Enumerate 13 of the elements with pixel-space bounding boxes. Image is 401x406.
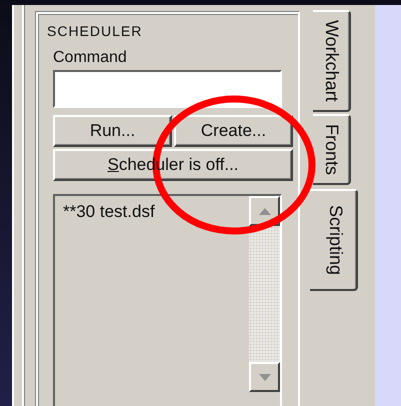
list-item[interactable]: **30 test.dsf (63, 202, 241, 222)
side-tab[interactable]: Workchart (313, 10, 351, 112)
scroll-down-button[interactable] (249, 362, 280, 392)
script-list[interactable]: **30 test.dsf (53, 194, 282, 406)
action-button[interactable]: Create... (174, 115, 293, 147)
side-tab[interactable]: Scripting (310, 188, 358, 291)
command-label: Command (53, 49, 128, 67)
up-arrow-icon (258, 208, 270, 214)
action-button[interactable]: Run... (53, 115, 172, 147)
group-title: SCHEDULER (47, 23, 144, 39)
command-field[interactable] (53, 70, 282, 108)
down-arrow-icon (258, 374, 270, 380)
side-tab[interactable]: Fronts (313, 114, 351, 185)
